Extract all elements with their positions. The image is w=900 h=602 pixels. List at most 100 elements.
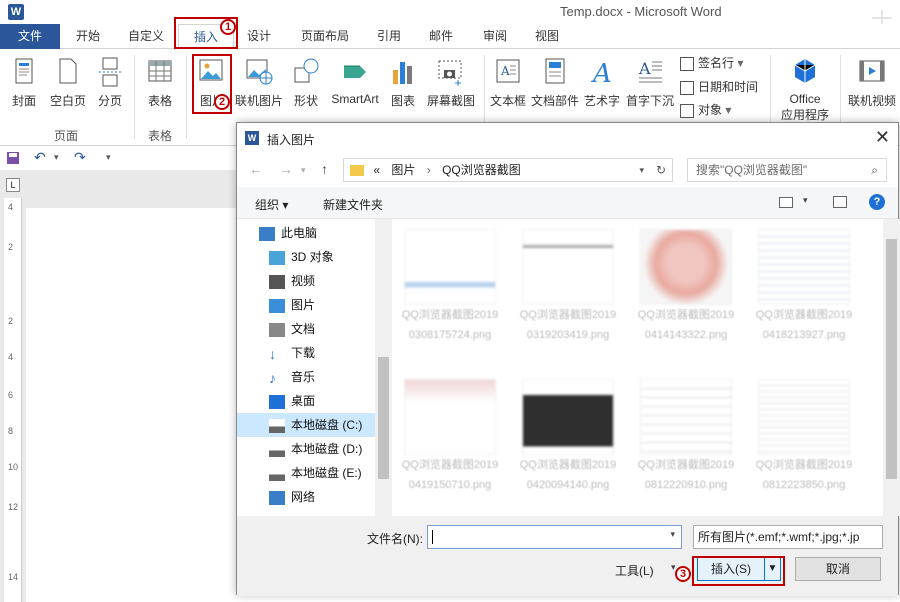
document-page[interactable]	[26, 208, 236, 602]
nav-item[interactable]: 网络	[237, 485, 375, 509]
nav-item[interactable]: 视频	[237, 269, 375, 293]
search-icon[interactable]: ⌕	[871, 159, 878, 181]
file-item[interactable]: QQ浏览器截图20190812220910.png	[636, 379, 736, 495]
smartart-button[interactable]: SmartArt	[326, 53, 384, 123]
table-button[interactable]: 表格	[140, 53, 180, 123]
word-app-icon[interactable]: W	[8, 4, 24, 20]
tab-design[interactable]: 设计	[238, 24, 280, 49]
cancel-button[interactable]: 取消	[795, 557, 881, 581]
nav-item[interactable]: 图片	[237, 293, 375, 317]
search-input[interactable]: 搜索"QQ浏览器截图" ⌕	[687, 158, 887, 182]
quick-access-toolbar: ↶ ▾ ↷ ▾	[0, 146, 234, 170]
object-button[interactable]: 对象 ▾	[680, 101, 731, 121]
navigation-scrollbar[interactable]	[375, 219, 392, 516]
nav-item[interactable]: ♪ 音乐	[237, 365, 375, 389]
page-break-button[interactable]: 分页	[92, 53, 128, 123]
address-dropdown-icon[interactable]: ▾	[639, 159, 644, 181]
tab-references[interactable]: 引用	[368, 24, 410, 49]
address-bar[interactable]: « 图片 › QQ浏览器截图 ▾ ↻	[343, 158, 673, 182]
file-item[interactable]: QQ浏览器截图20190308175724.png	[400, 229, 500, 345]
view-options-icon[interactable]	[779, 197, 793, 208]
tab-view[interactable]: 视图	[526, 24, 568, 49]
nav-item[interactable]: 3D 对象	[237, 245, 375, 269]
nav-item[interactable]: 本地磁盘 (E:)	[237, 461, 375, 485]
forward-arrow-icon[interactable]: →	[279, 161, 293, 177]
date-time-button[interactable]: 日期和时间	[680, 78, 758, 98]
file-item[interactable]: QQ浏览器截图20190419150710.png	[400, 379, 500, 495]
folder-icon	[350, 165, 364, 177]
online-video-button[interactable]: 联机视频	[844, 53, 900, 123]
filename-dropdown-icon[interactable]: ▾	[670, 529, 675, 540]
file-item[interactable]: QQ浏览器截图20190418213927.png	[754, 229, 854, 345]
chart-button[interactable]: 图表	[384, 53, 422, 123]
shapes-icon	[291, 56, 321, 88]
file-item[interactable]: QQ浏览器截图20190319203419.png	[518, 229, 618, 345]
file-item[interactable]: QQ浏览器截图20190414143322.png	[636, 229, 736, 345]
nav-item[interactable]: 此电脑	[237, 221, 375, 245]
breadcrumb-qq-screenshots[interactable]: QQ浏览器截图	[442, 163, 521, 177]
filename-input[interactable]: ▾	[427, 525, 682, 549]
recent-locations-icon[interactable]: ▾	[301, 165, 306, 176]
filetype-select[interactable]: 所有图片(*.emf;*.wmf;*.jpg;*.jp	[693, 525, 883, 549]
textbox-button[interactable]: A 文本框	[488, 53, 528, 123]
redo-icon[interactable]: ↷	[74, 149, 86, 166]
view-dropdown-icon[interactable]: ▾	[803, 195, 808, 206]
save-icon[interactable]	[6, 151, 20, 168]
pages-group-label: 页面	[54, 129, 79, 143]
textbox-label: 文本框	[489, 94, 526, 108]
wordart-icon: A	[587, 56, 617, 89]
tab-stop-selector[interactable]: L	[6, 178, 20, 192]
preview-pane-icon[interactable]	[833, 196, 847, 208]
file-list-scroll-thumb[interactable]	[886, 239, 897, 479]
nav-item[interactable]: 文档	[237, 317, 375, 341]
blank-page-button[interactable]: 空白页	[46, 53, 90, 123]
file-thumbnail	[404, 229, 496, 305]
undo-dropdown-icon[interactable]: ▾	[54, 152, 59, 163]
navigation-scroll-thumb[interactable]	[378, 357, 389, 479]
wordart-label: 艺术字	[583, 94, 620, 108]
file-item[interactable]: QQ浏览器截图20190420094140.png	[518, 379, 618, 495]
nav-item[interactable]: 本地磁盘 (D:)	[237, 437, 375, 461]
nav-item-label: 本地磁盘 (C:)	[291, 418, 363, 432]
search-placeholder: 搜索"QQ浏览器截图"	[696, 163, 808, 177]
undo-icon[interactable]: ↶	[34, 149, 46, 166]
refresh-icon[interactable]: ↻	[656, 159, 666, 181]
online-picture-label: 联机图片	[234, 94, 283, 108]
dialog-navbar: ← → ▾ ↑ « 图片 › QQ浏览器截图 ▾ ↻ 搜索"QQ浏览器截图" ⌕	[237, 153, 898, 187]
nav-item[interactable]: ↓ 下载	[237, 341, 375, 365]
title-bar: W Temp.docx - Microsoft Word	[0, 0, 900, 46]
tab-custom[interactable]: 自定义	[118, 24, 174, 49]
screenshot-label: 屏幕截图	[426, 94, 475, 108]
tab-review[interactable]: 审阅	[474, 24, 516, 49]
dropcap-button[interactable]: A 首字下沉	[624, 53, 676, 123]
file-list-scrollbar[interactable]	[883, 219, 900, 516]
calendar-icon	[680, 80, 694, 95]
nav-item[interactable]: 本地磁盘 (C:)	[237, 413, 375, 437]
file-item[interactable]: QQ浏览器截图20190812223850.png	[754, 379, 854, 495]
customize-qat-icon[interactable]: ▾	[106, 152, 111, 163]
help-icon[interactable]: ?	[869, 194, 885, 210]
up-arrow-icon[interactable]: ↑	[321, 161, 328, 177]
tab-home[interactable]: 开始	[62, 24, 114, 49]
breadcrumb-prefix[interactable]: «	[373, 163, 380, 177]
wordart-button[interactable]: A 艺术字	[582, 53, 622, 123]
back-arrow-icon[interactable]: ←	[249, 161, 263, 177]
tab-mailings[interactable]: 邮件	[420, 24, 462, 49]
new-folder-button[interactable]: 新建文件夹	[323, 196, 383, 213]
signature-line-button[interactable]: 签名行 ▾	[680, 54, 743, 74]
ruler-mark: 6	[8, 390, 14, 400]
organize-button[interactable]: 组织 ▾	[255, 196, 288, 213]
tab-layout[interactable]: 页面布局	[292, 24, 358, 49]
shapes-button[interactable]: 形状	[286, 53, 326, 123]
cover-button[interactable]: 封面	[4, 53, 44, 123]
office-apps-button[interactable]: Office 应用程序	[774, 53, 836, 123]
breadcrumb-pictures[interactable]: 图片	[391, 163, 415, 177]
screenshot-button[interactable]: 屏幕截图	[424, 53, 478, 123]
tab-file[interactable]: 文件	[0, 24, 60, 49]
nav-item[interactable]: 桌面	[237, 389, 375, 413]
close-icon[interactable]: ✕	[875, 127, 890, 148]
online-picture-button[interactable]: 联机图片	[232, 53, 286, 123]
tools-button[interactable]: 工具(L)	[615, 562, 654, 579]
nav-item-label: 桌面	[291, 394, 316, 408]
quick-parts-button[interactable]: 文档部件	[530, 53, 580, 123]
